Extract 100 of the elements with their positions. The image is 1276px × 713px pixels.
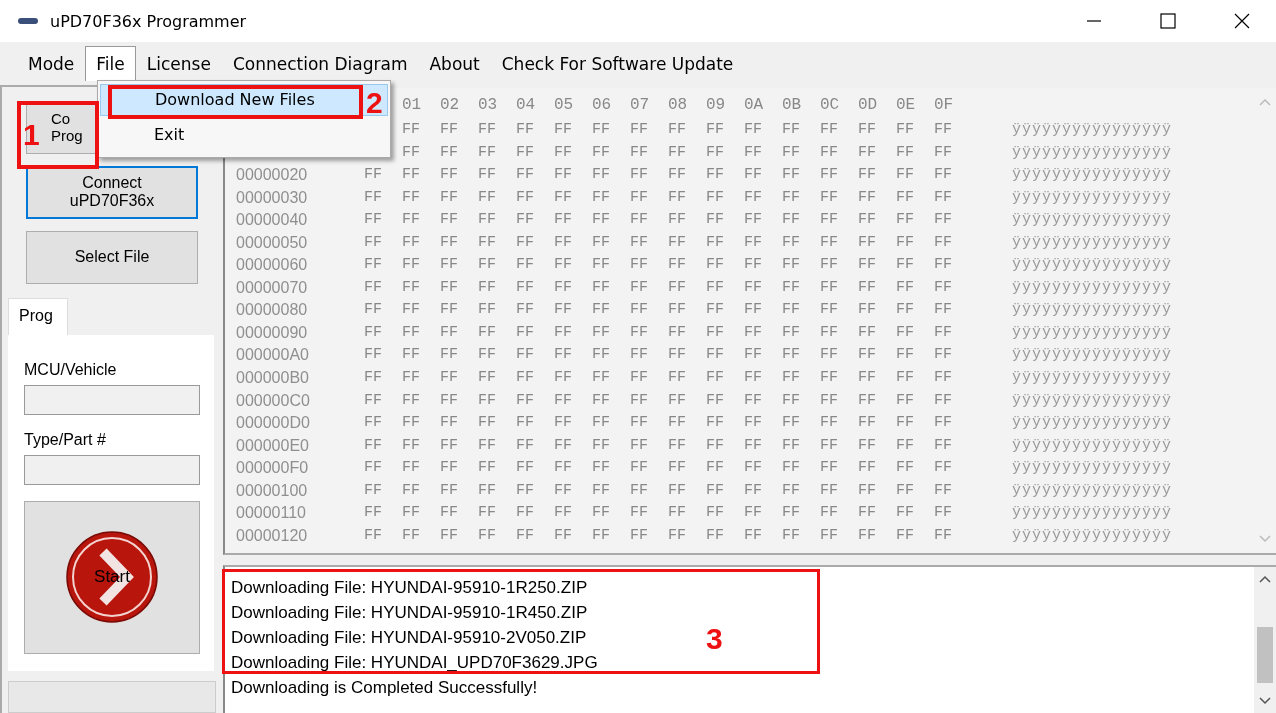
byte-cell-text: FF <box>782 526 801 546</box>
byte-cell-text: FF <box>896 459 915 479</box>
byte-cell-text: FF <box>554 504 573 524</box>
byte-cell-text: FF <box>706 459 725 479</box>
byte-cell-text: FF <box>744 323 763 343</box>
column-header: 06 <box>592 96 613 116</box>
byte-cell-text: FF <box>706 301 725 321</box>
byte-cell-text: FF <box>364 256 383 276</box>
byte-cell-text: FF <box>402 121 421 140</box>
byte-cell-text: FF <box>630 459 649 479</box>
log-line: Downloading File: HYUNDAI-95910-2V050.ZIP <box>231 627 587 649</box>
byte-cell-text: FF <box>554 459 573 479</box>
byte-cell-text: FF <box>440 166 459 186</box>
menu-item[interactable]: File <box>85 46 136 81</box>
byte-cell-text: FF <box>934 256 953 276</box>
byte-cell-text: FF <box>592 323 611 343</box>
byte-cell-text: FF <box>782 301 801 321</box>
byte-cell-text: FF <box>858 436 877 456</box>
byte-cell-text: FF <box>934 188 953 208</box>
byte-cell-text: FF <box>934 436 953 456</box>
ascii-cell-text: ÿÿÿÿÿÿÿÿÿÿÿÿÿÿÿÿ <box>1012 481 1174 501</box>
byte-cell-text: FF <box>820 166 839 186</box>
byte-cell-text: FF <box>706 323 725 343</box>
byte-cell-text: FF <box>592 211 611 231</box>
byte-cell-text: FF <box>820 436 839 456</box>
byte-cell-text: FF <box>630 346 649 366</box>
ascii-cell-text: ÿÿÿÿÿÿÿÿÿÿÿÿÿÿÿÿ <box>1012 323 1174 343</box>
ascii-cell-text: ÿÿÿÿÿÿÿÿÿÿÿÿÿÿÿÿ <box>1012 143 1174 163</box>
byte-cell-text: FF <box>364 459 383 479</box>
byte-cell-text: FF <box>744 121 763 140</box>
address-cell-text: 000000A0 <box>236 346 310 366</box>
byte-cell-text: FF <box>478 143 497 163</box>
menu-item[interactable]: About <box>418 45 491 82</box>
menu-item[interactable]: Mode <box>17 45 86 82</box>
byte-cell-text: FF <box>934 346 953 366</box>
ascii-cell-text: ÿÿÿÿÿÿÿÿÿÿÿÿÿÿÿÿ <box>1012 369 1174 388</box>
byte-cell-text: FF <box>554 301 573 321</box>
byte-cell-text: FF <box>668 459 687 479</box>
column-header: 08 <box>668 96 689 116</box>
byte-cell-text: FF <box>668 504 687 524</box>
byte-cell-text: FF <box>820 414 839 434</box>
byte-cell-text: FF <box>592 256 611 276</box>
log-line: Downloading File: HYUNDAI_UPD70F3629.JPG <box>231 652 598 674</box>
byte-cell-text: FF <box>782 121 801 140</box>
byte-cell-text: FF <box>630 233 649 253</box>
byte-cell-text: FF <box>706 121 725 140</box>
menu-item[interactable]: Connection Diagram <box>221 45 419 82</box>
byte-cell-text: FF <box>782 346 801 366</box>
menu-item[interactable]: License <box>135 45 222 82</box>
ascii-cell-text: ÿÿÿÿÿÿÿÿÿÿÿÿÿÿÿÿ <box>1012 526 1174 546</box>
byte-cell-text: FF <box>896 504 915 524</box>
byte-cell-text: FF <box>516 301 535 321</box>
byte-cell-text: FF <box>402 211 421 231</box>
byte-cell-text: FF <box>782 481 801 501</box>
byte-cell-text: FF <box>592 436 611 456</box>
menu-item[interactable]: Exit <box>100 120 388 150</box>
byte-cell-text: FF <box>478 278 497 298</box>
prog-tab[interactable]: Prog <box>8 297 68 335</box>
byte-cell-text: FF <box>896 166 915 186</box>
byte-cell-text: FF <box>858 481 877 501</box>
byte-cell-text: FF <box>820 143 839 163</box>
byte-cell-text: FF <box>440 278 459 298</box>
byte-cell-text: FF <box>668 301 687 321</box>
column-header: 0C <box>820 96 841 116</box>
menu-item[interactable]: Check For Software Update <box>490 45 745 82</box>
byte-cell-text: FF <box>364 481 383 501</box>
byte-cell-text: FF <box>782 504 801 524</box>
ascii-cell-text: ÿÿÿÿÿÿÿÿÿÿÿÿÿÿÿÿ <box>1012 121 1174 140</box>
side-button[interactable]: Connect uPD70F36x <box>26 165 198 219</box>
byte-cell-text: FF <box>782 188 801 208</box>
column-header: 0A <box>744 96 765 116</box>
column-header: 05 <box>554 96 575 116</box>
byte-cell-text: FF <box>516 121 535 140</box>
ascii-cell-text: ÿÿÿÿÿÿÿÿÿÿÿÿÿÿÿÿ <box>1012 256 1174 276</box>
byte-cell-text: FF <box>744 481 763 501</box>
byte-cell-text: FF <box>858 256 877 276</box>
byte-cell-text: FF <box>896 391 915 411</box>
byte-cell-text: FF <box>364 323 383 343</box>
address-cell-text: 00000020 <box>236 166 309 186</box>
byte-cell-text: FF <box>478 211 497 231</box>
byte-cell-text: FF <box>554 526 573 546</box>
byte-cell-text: FF <box>744 166 763 186</box>
byte-cell-text: FF <box>516 504 535 524</box>
byte-cell-text: FF <box>440 301 459 321</box>
byte-cell-text: FF <box>554 166 573 186</box>
column-header: 0B <box>782 96 803 116</box>
byte-cell-text: FF <box>592 188 611 208</box>
byte-cell-text: FF <box>706 256 725 276</box>
byte-cell-text: FF <box>934 143 953 163</box>
byte-cell-text: FF <box>706 414 725 434</box>
byte-cell-text: FF <box>782 436 801 456</box>
byte-cell-text: FF <box>630 143 649 163</box>
byte-cell-text: FF <box>782 233 801 253</box>
address-cell-text: 00000070 <box>236 278 309 298</box>
side-button[interactable]: Select File <box>26 230 198 284</box>
byte-cell-text: FF <box>934 278 953 298</box>
byte-cell-text: FF <box>592 504 611 524</box>
byte-cell-text: FF <box>934 211 953 231</box>
byte-cell-text: FF <box>364 526 383 546</box>
byte-cell-text: FF <box>820 121 839 140</box>
